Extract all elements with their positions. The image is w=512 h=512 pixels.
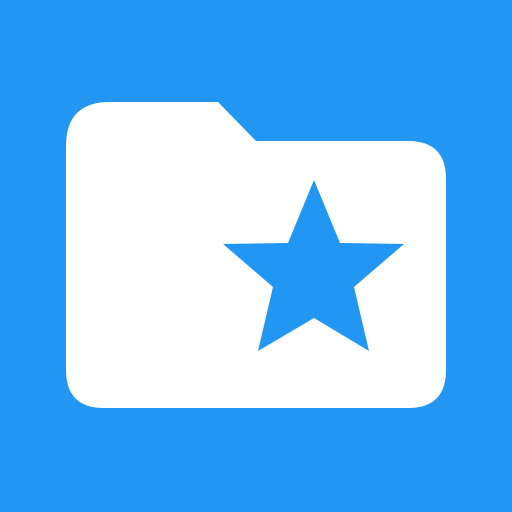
app-icon-canvas	[0, 0, 512, 512]
starred-folder-icon	[0, 0, 512, 512]
